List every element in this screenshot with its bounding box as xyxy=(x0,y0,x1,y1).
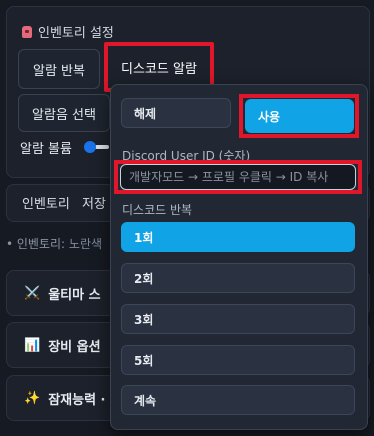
discord-on-option[interactable]: 사용 xyxy=(245,99,354,133)
inventory-note: • 인벤토리: 노란색 xyxy=(6,235,102,252)
discord-off-option[interactable]: 해제 xyxy=(121,98,231,128)
inventory-note-prefix: • 인벤토리: xyxy=(6,237,69,251)
volume-slider-handle[interactable] xyxy=(84,141,96,153)
discord-repeat-label: 디스코드 반복 xyxy=(122,203,193,217)
repeat-option-3[interactable]: 3회 xyxy=(121,304,355,334)
accordion-potential-label[interactable]: ✨ 잠재능력 · xyxy=(24,389,106,408)
accordion-potential-text: 잠재능력 · xyxy=(48,393,106,408)
alarm-sound-select-button[interactable]: 알람음 선택 xyxy=(18,94,110,132)
save-button[interactable]: 저장 xyxy=(82,193,106,212)
accordion-equipment-label[interactable]: 📊 장비 옵션 xyxy=(24,336,101,355)
inventory-label: 인벤토리 xyxy=(22,197,70,212)
discord-user-id-input[interactable] xyxy=(120,164,356,190)
tab-alarm-repeat[interactable]: 알람 반복 xyxy=(18,49,100,89)
crossed-swords-icon: ⚔️ xyxy=(24,286,41,301)
accordion-ultima-text: 울티마 스 xyxy=(48,288,101,303)
repeat-option-5[interactable]: 5회 xyxy=(121,345,355,375)
alarm-volume-label: 알람 볼륨 xyxy=(20,142,72,157)
sparkles-icon: ✨ xyxy=(24,391,41,406)
accordion-ultima-label[interactable]: ⚔️ 울티마 스 xyxy=(24,284,101,303)
repeat-option-1[interactable]: 1회 xyxy=(121,222,355,252)
accordion-equipment-text: 장비 옵션 xyxy=(48,340,101,355)
section-header: 인벤토리 설정 xyxy=(22,22,114,41)
section-title: 인벤토리 설정 xyxy=(38,26,114,41)
inventory-box-icon xyxy=(22,25,32,38)
repeat-option-continuous[interactable]: 계속 xyxy=(121,385,355,415)
repeat-option-2[interactable]: 2회 xyxy=(121,263,355,293)
bar-chart-icon: 📊 xyxy=(24,338,41,353)
volume-slider-track[interactable] xyxy=(95,145,109,149)
inventory-note-accent: 노란색 xyxy=(68,237,103,251)
